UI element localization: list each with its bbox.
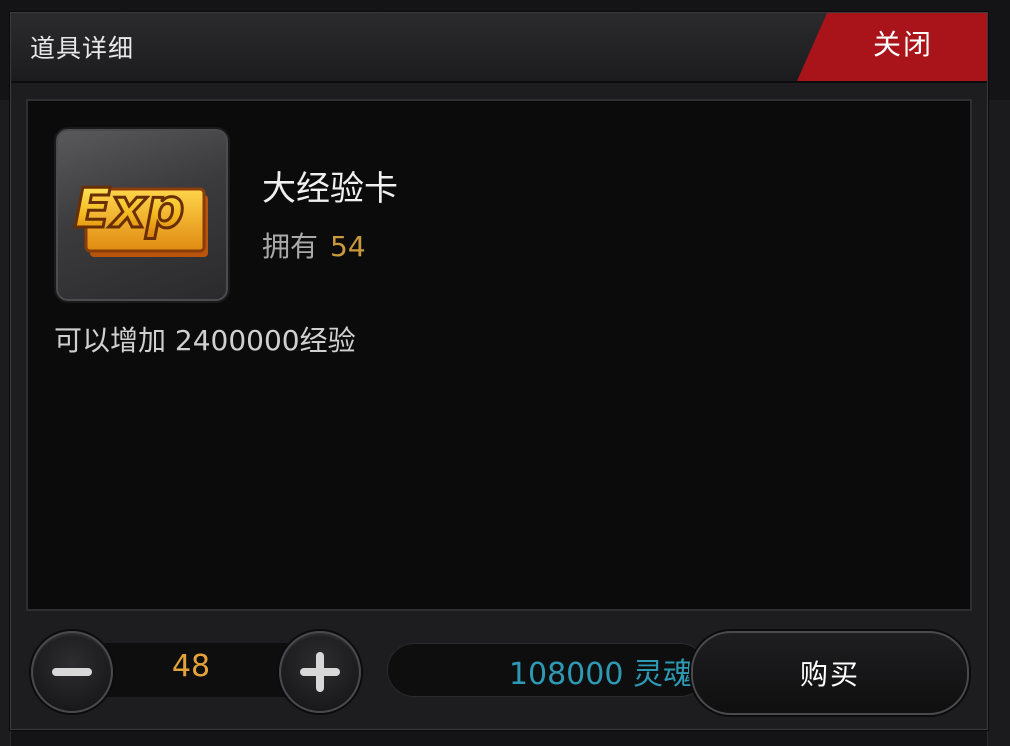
exp-card-icon: Exp: [54, 127, 230, 303]
background-right-panel: [987, 100, 1010, 746]
plus-icon: [300, 652, 340, 692]
buy-button-label: 购买: [799, 658, 860, 691]
item-detail-modal: 道具详细 关闭 Exp 大经验卡 拥有 54 可以增加 2400000经验 48…: [10, 12, 988, 730]
owned-count-row: 拥有 54: [262, 225, 366, 265]
owned-label: 拥有: [262, 230, 319, 263]
modal-title: 道具详细: [30, 34, 135, 63]
minus-icon: [52, 668, 92, 676]
close-button[interactable]: 关闭: [797, 13, 987, 81]
price-currency: 灵魂: [633, 657, 693, 692]
price-value: 108000: [508, 657, 624, 692]
exp-card-icon-text: Exp: [74, 177, 184, 240]
buy-button[interactable]: 购买: [691, 631, 969, 715]
increase-quantity-button[interactable]: [279, 631, 361, 713]
quantity-value: 48: [171, 649, 211, 684]
modal-title-bar: 道具详细 关闭: [11, 13, 987, 83]
price-display: 108000 灵魂: [387, 649, 693, 693]
owned-count: 54: [330, 230, 366, 263]
item-name: 大经验卡: [262, 169, 398, 209]
decrease-quantity-button[interactable]: [31, 631, 113, 713]
item-info-panel: Exp 大经验卡 拥有 54 可以增加 2400000经验: [26, 99, 972, 611]
close-button-label: 关闭: [872, 28, 933, 61]
item-description: 可以增加 2400000经验: [54, 324, 356, 357]
